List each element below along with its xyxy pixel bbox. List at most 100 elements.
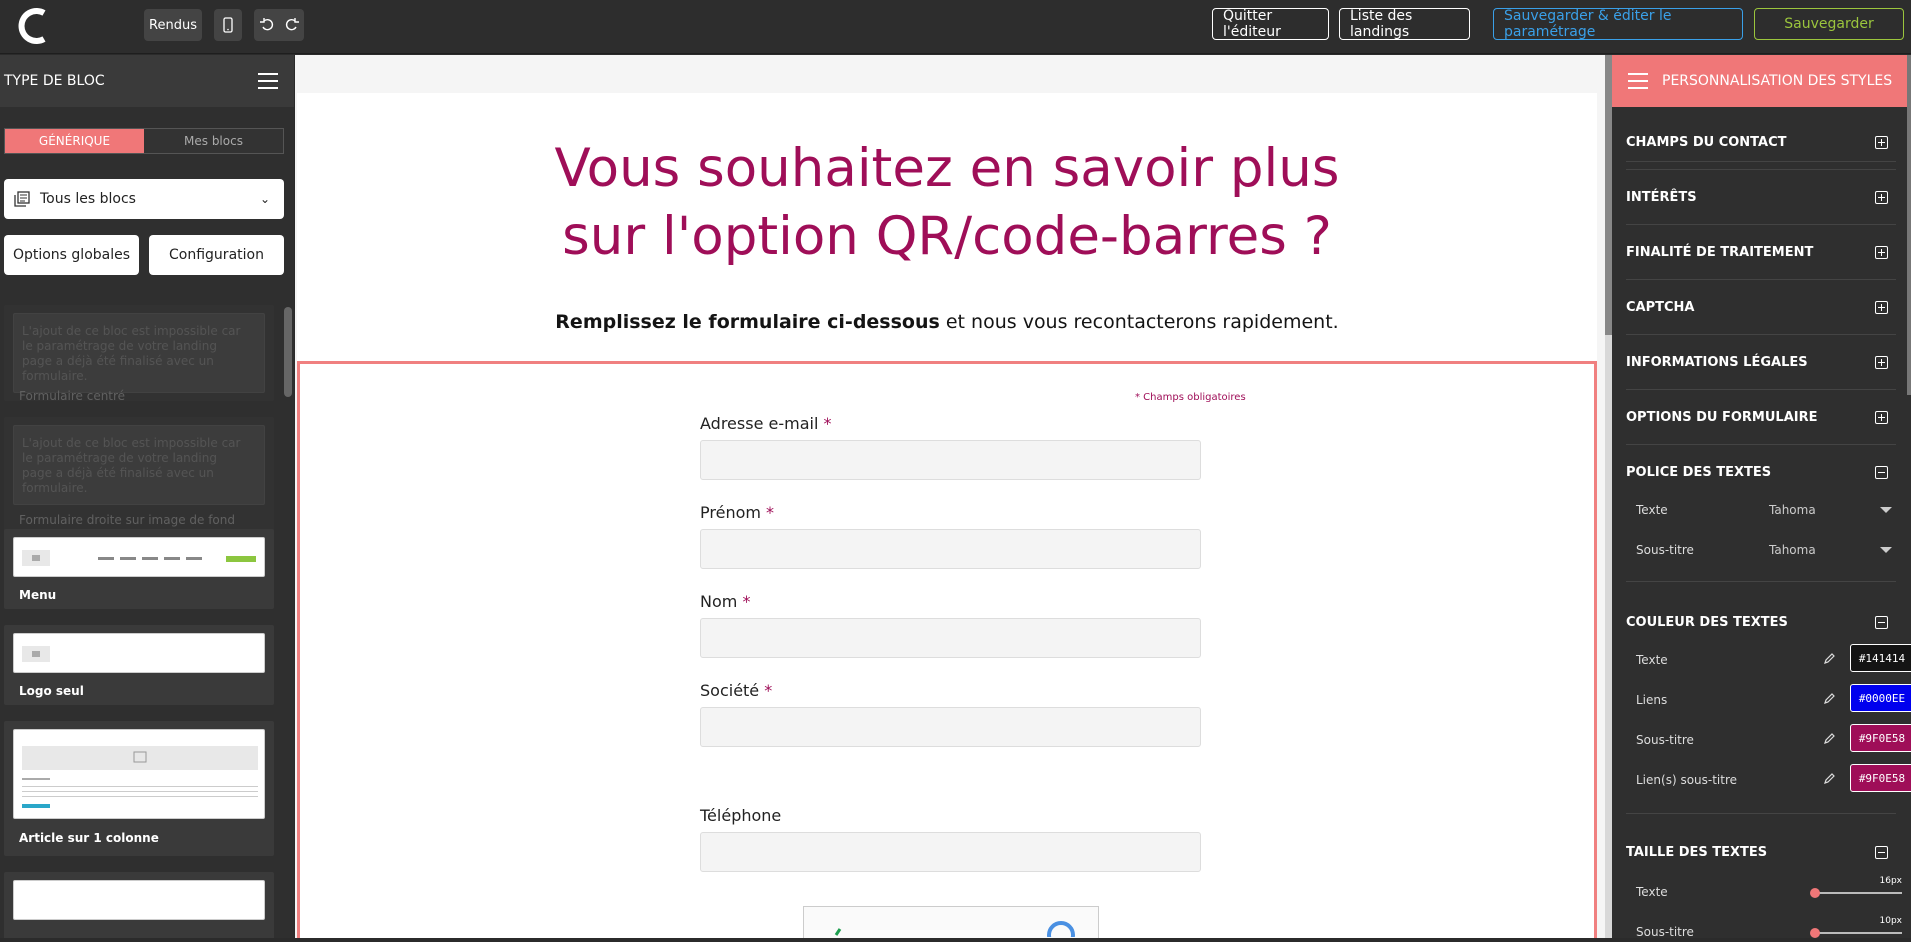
size-slider-subtitle[interactable]: 10px [1810,916,1902,938]
section-text-size[interactable]: TAILLE DES TEXTES [1626,825,1896,880]
landing-canvas: Vous souhaitez en savoir plus sur l'opti… [295,55,1612,938]
dropdown-arrow-icon[interactable] [1880,507,1892,513]
dropdown-arrow-icon[interactable] [1880,547,1892,553]
logo-block-thumbnail [22,646,50,662]
color-row-text: Texte #141414 [1636,644,1911,672]
color-swatch-links[interactable]: #0000EE [1850,684,1911,712]
slider-handle[interactable] [1810,928,1820,938]
expand-icon[interactable] [1875,246,1888,259]
section-form-options[interactable]: OPTIONS DU FORMULAIRE [1626,390,1896,445]
eyedropper-icon[interactable] [1824,732,1836,744]
firstname-field[interactable] [700,529,1201,569]
right-scrollbar[interactable] [1907,55,1911,395]
block-item-menu[interactable]: Menu [4,529,274,609]
color-row-subtitle: Sous-titre #9F0E58 [1636,724,1911,752]
save-edit-settings-button[interactable]: Sauvegarder & éditer le paramétrage [1493,8,1743,40]
eyedropper-icon[interactable] [1824,772,1836,784]
block-item-logo-only[interactable]: Logo seul [4,625,274,705]
block-item-centered-form: L'ajout de ce bloc est impossible car le… [4,305,274,403]
style-panel-title: PERSONNALISATION DES STYLES [1662,73,1893,89]
expand-icon[interactable] [1875,136,1888,149]
block-label: Formulaire droite sur image de fond [19,513,235,527]
color-swatch-subtitle[interactable]: #9F0E58 [1850,724,1911,752]
configuration-button[interactable]: Configuration [149,235,284,275]
save-button[interactable]: Sauvegarder [1754,8,1904,40]
block-source-toggle: GÉNÉRIQUE Mes blocs [4,128,284,154]
color-row-links: Liens #0000EE [1636,684,1911,712]
menu-icon[interactable] [258,73,278,89]
mobile-preview-button[interactable] [214,9,242,41]
block-label: Menu [19,588,57,602]
style-panel-header: PERSONNALISATION DES STYLES [1612,55,1911,107]
section-processing-purpose[interactable]: FINALITÉ DE TRAITEMENT [1626,225,1896,280]
block-type-title: TYPE DE BLOC [4,73,105,89]
section-text-font[interactable]: POLICE DES TEXTES [1626,445,1896,500]
style-panel: PERSONNALISATION DES STYLES CHAMPS DU CO… [1612,55,1911,939]
color-swatch-subtitle-links[interactable]: #9F0E58 [1850,764,1911,792]
section-contact-fields[interactable]: CHAMPS DU CONTACT [1626,115,1896,170]
chevron-down-icon: ⌄ [259,192,270,206]
undo-redo-group [254,9,304,41]
page-title[interactable]: Vous souhaitez en savoir plus sur l'opti… [297,135,1597,271]
eyedropper-icon[interactable] [1824,692,1836,704]
top-toolbar: Rendus Quitter l'éditeur Liste des landi… [0,0,1911,54]
form-block-selected[interactable]: * Champs obligatoires Adresse e-mail * P… [297,361,1597,938]
expand-icon[interactable] [1875,411,1888,424]
email-field[interactable] [700,440,1201,480]
left-scrollbar[interactable] [284,307,292,397]
canvas-scrollbar[interactable] [1605,55,1612,938]
article-block-thumbnail [22,746,258,808]
font-row-subtitle: Sous-titre Tahoma [1636,540,1896,560]
size-row-text: Texte 16px [1636,876,1902,899]
color-swatch-text[interactable]: #141414 [1850,644,1911,672]
global-options-button[interactable]: Options globales [4,235,139,275]
collapse-icon[interactable] [1875,616,1888,629]
block-label: Article sur 1 colonne [19,831,159,845]
slider-handle[interactable] [1810,888,1820,898]
firstname-label: Prénom * [700,503,775,522]
undo-icon[interactable] [259,18,274,32]
rendus-button[interactable]: Rendus [144,9,202,41]
library-icon [14,191,30,207]
block-label: Formulaire centré [19,389,126,403]
expand-icon[interactable] [1875,356,1888,369]
landing-page: Vous souhaitez en savoir plus sur l'opti… [297,93,1597,938]
tab-my-blocks[interactable]: Mes blocs [144,129,283,153]
section-interests[interactable]: INTÉRÊTS [1626,170,1896,225]
captcha-widget[interactable] [803,906,1099,938]
size-row-subtitle: Sous-titre 10px [1636,916,1902,939]
block-item-right-form-bg: L'ajout de ce bloc est impossible car le… [4,417,274,537]
redo-icon[interactable] [285,18,299,32]
section-text-color[interactable]: COULEUR DES TEXTES [1626,595,1896,650]
menu-block-thumbnail [22,550,256,566]
company-field[interactable] [700,707,1201,747]
recaptcha-icon [834,921,1075,938]
block-type-panel: TYPE DE BLOC GÉNÉRIQUE Mes blocs Tous le… [0,55,294,938]
font-row-text: Texte Tahoma [1636,500,1896,520]
required-fields-note: * Champs obligatoires [1135,392,1246,403]
block-item-next[interactable] [4,872,274,938]
collapse-icon[interactable] [1875,846,1888,859]
color-row-subtitle-links: Lien(s) sous-titre #9F0E58 [1636,764,1911,792]
expand-icon[interactable] [1875,301,1888,314]
block-item-article-1-col[interactable]: Article sur 1 colonne [4,721,274,856]
section-legal-info[interactable]: INFORMATIONS LÉGALES [1626,335,1896,390]
section-captcha[interactable]: CAPTCHA [1626,280,1896,335]
logo [18,8,46,44]
eyedropper-icon[interactable] [1824,652,1836,664]
quit-editor-button[interactable]: Quitter l'éditeur [1212,8,1329,40]
landings-list-button[interactable]: Liste des landings [1339,8,1470,40]
font-select-subtitle[interactable]: Tahoma [1769,543,1816,557]
menu-icon[interactable] [1628,73,1648,89]
phone-field[interactable] [700,832,1201,872]
page-subtitle[interactable]: Remplissez le formulaire ci-dessous et n… [297,311,1597,333]
size-slider-text[interactable]: 16px [1810,876,1902,898]
block-filter-select[interactable]: Tous les blocs ⌄ [4,179,284,219]
block-type-header: TYPE DE BLOC [0,55,294,107]
expand-icon[interactable] [1875,191,1888,204]
font-select-text[interactable]: Tahoma [1769,503,1816,517]
lastname-field[interactable] [700,618,1201,658]
lastname-label: Nom * [700,592,751,611]
tab-generic[interactable]: GÉNÉRIQUE [5,129,144,153]
collapse-icon[interactable] [1875,466,1888,479]
